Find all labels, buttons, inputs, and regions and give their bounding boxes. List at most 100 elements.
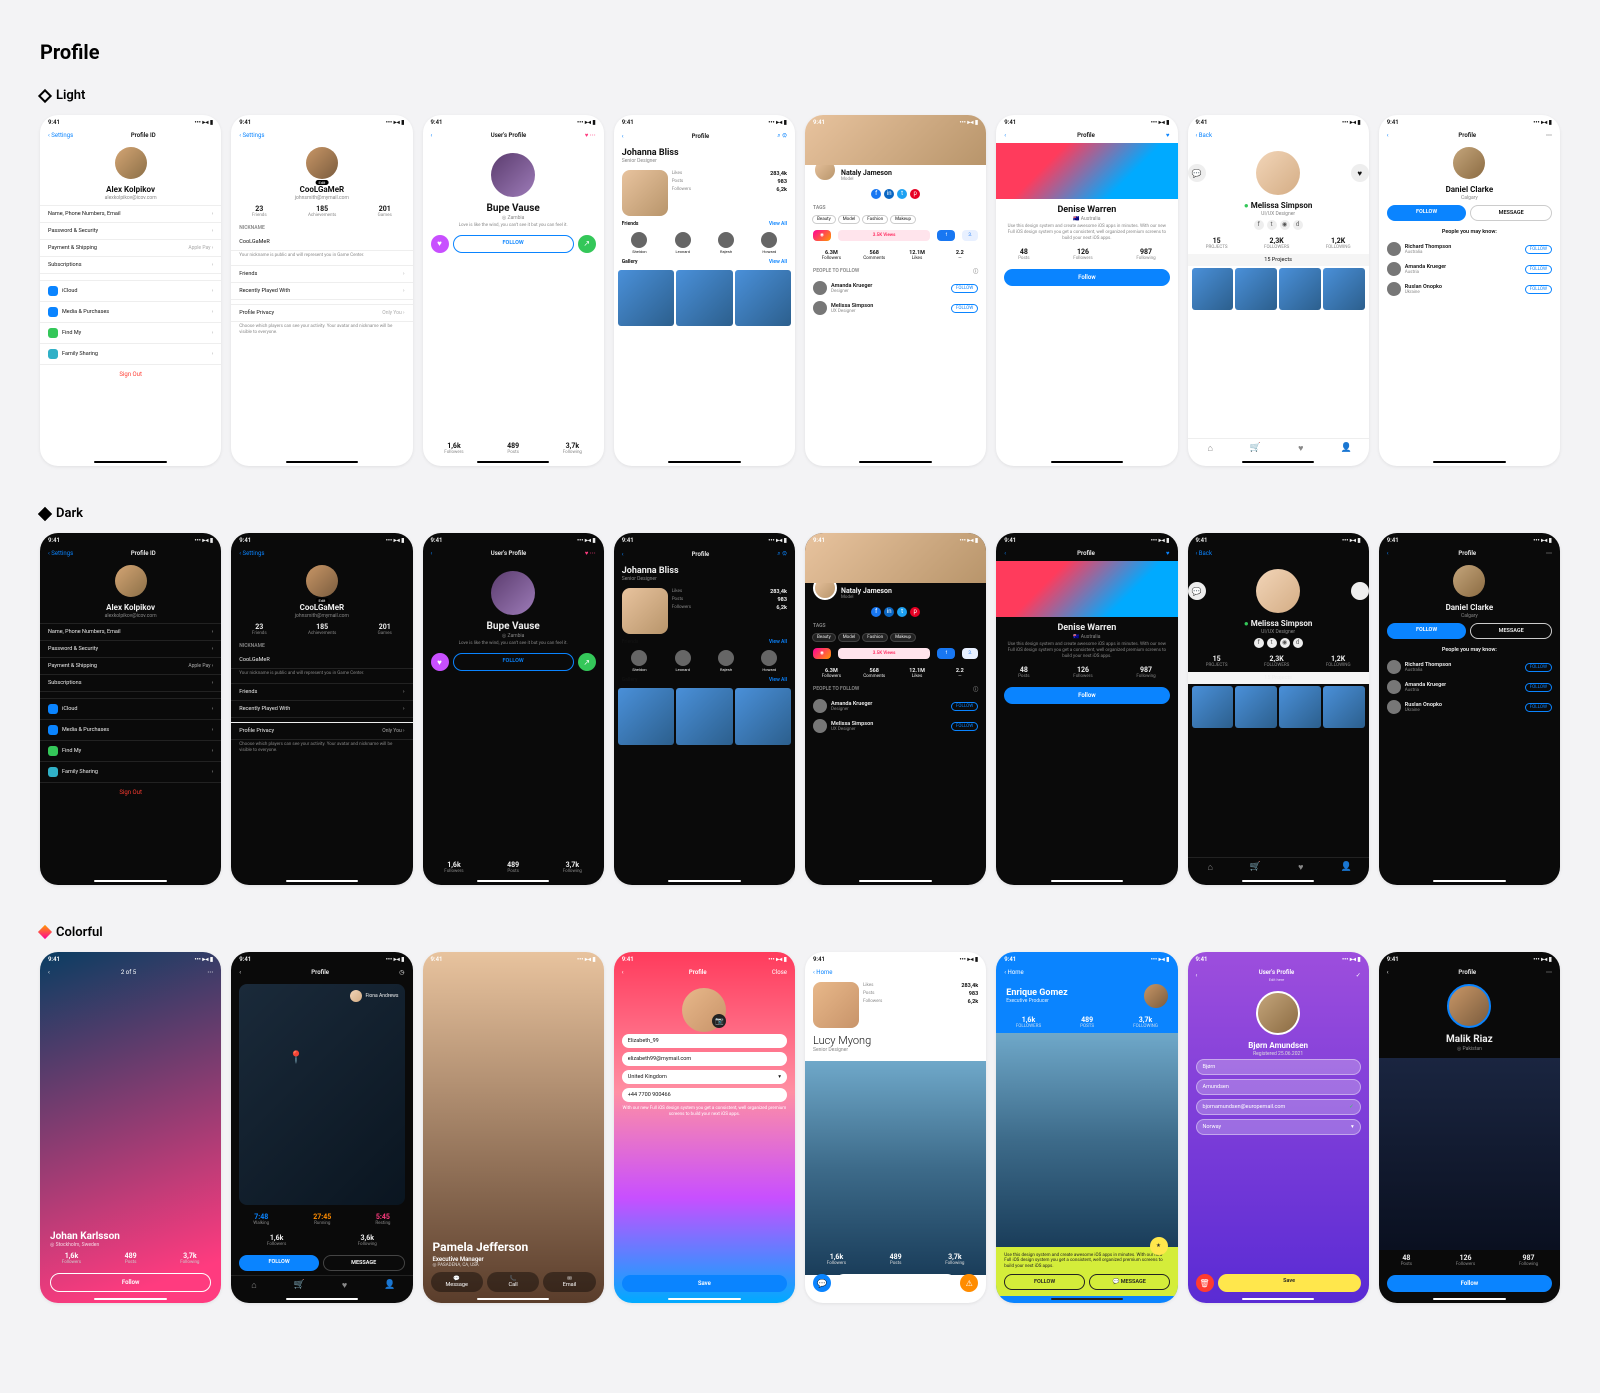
facebook-icon[interactable]: f [871, 607, 881, 617]
close-button[interactable]: Close [772, 969, 787, 976]
gallery-item[interactable] [735, 270, 791, 326]
country-input[interactable]: United Kingdom▾ [622, 1070, 787, 1084]
back-button[interactable]: ‹ [239, 969, 241, 976]
dribbble-icon[interactable]: d [1293, 220, 1303, 230]
more-icon[interactable]: ⋯ [207, 969, 213, 976]
camera-icon[interactable]: 📷 [712, 1014, 726, 1028]
back-button[interactable]: ‹ [622, 133, 624, 140]
edit-badge[interactable]: Edit [315, 598, 328, 603]
tag[interactable]: Model [838, 215, 861, 224]
alert-button[interactable]: ⚠ [960, 1274, 978, 1292]
row-icloud[interactable]: iCloud› [40, 281, 221, 302]
like-button[interactable]: ♥ [1351, 164, 1369, 182]
heart-icon[interactable]: ♥ ⋯ [585, 132, 596, 139]
row-subscriptions[interactable]: Subscriptions› [40, 257, 221, 274]
twitter-icon[interactable]: t [897, 189, 907, 199]
check-icon[interactable]: ✓ [1356, 972, 1361, 979]
row-family[interactable]: Family Sharing› [40, 344, 221, 365]
project-item[interactable] [1279, 268, 1321, 310]
follow-button[interactable]: FOLLOW [1525, 245, 1552, 254]
friend[interactable]: Leonard [675, 650, 691, 672]
back-button[interactable]: ‹ [1387, 969, 1389, 976]
tab-cart[interactable]: 🛒 [293, 1280, 305, 1292]
back-button[interactable]: ‹ [1387, 132, 1389, 139]
username-input[interactable]: Elizabeth_99 [622, 1034, 787, 1048]
row-privacy[interactable]: Profile PrivacyOnly You › [231, 304, 412, 322]
friend[interactable]: Rajesh [718, 650, 734, 672]
row-subscriptions[interactable]: Subscriptions› [40, 675, 221, 692]
project-item[interactable] [1235, 268, 1277, 310]
row-name-phone[interactable]: Name, Phone Numbers, Email› [40, 206, 221, 223]
row-findmy[interactable]: Find My› [40, 741, 221, 762]
avatar[interactable] [622, 588, 668, 634]
follow-button[interactable]: FOLLOW [1525, 683, 1552, 692]
back-button[interactable]: ‹ [1196, 972, 1198, 979]
like-button[interactable]: ♥ [431, 235, 449, 253]
instagram-icon[interactable]: ◉ [1280, 220, 1290, 230]
avatar[interactable] [115, 565, 147, 597]
avatar[interactable] [1144, 984, 1168, 1008]
row-payment[interactable]: Payment & ShippingApple Pay › [40, 658, 221, 675]
instagram-badge[interactable]: ◉ [813, 230, 831, 241]
message-button[interactable]: 💬 MESSAGE [1089, 1274, 1170, 1290]
email-input[interactable]: bjornamundsen@europemail.com✓ [1196, 1099, 1361, 1115]
tag[interactable]: Beauty [812, 215, 836, 224]
follow-button[interactable]: FOLLOW [951, 304, 978, 313]
avatar[interactable] [115, 147, 147, 179]
back-button[interactable]: ‹ [431, 550, 433, 557]
avatar[interactable] [491, 571, 535, 615]
follow-button[interactable]: FOLLOW [1525, 265, 1552, 274]
tab-home[interactable]: ⌂ [1204, 862, 1216, 874]
chat-button[interactable]: 💬 [1188, 164, 1206, 182]
friend[interactable]: Sheldon [631, 650, 647, 672]
row-icloud[interactable]: iCloud› [40, 699, 221, 720]
row-family[interactable]: Family Sharing› [40, 762, 221, 783]
back-button[interactable]: ‹ Home [813, 969, 832, 976]
view-all-link[interactable]: View All [769, 221, 787, 227]
back-button[interactable]: ‹ Back [1196, 550, 1212, 557]
tag[interactable]: Fashion [862, 215, 888, 224]
nickname-row[interactable]: CooLGaMeR [231, 234, 412, 251]
message-button[interactable]: MESSAGE [1470, 205, 1552, 221]
delete-button[interactable]: 🗑 [1196, 1274, 1214, 1292]
follow-button[interactable]: FOLLOW [1525, 663, 1552, 672]
save-button[interactable]: Save [1218, 1274, 1361, 1292]
gallery-item[interactable] [618, 270, 674, 326]
tag[interactable]: Makeup [890, 215, 916, 224]
tab-home[interactable]: ⌂ [248, 1280, 260, 1292]
friend[interactable]: Howard [761, 232, 777, 254]
tag[interactable]: Fashion [862, 633, 888, 642]
back-button[interactable]: ‹ [431, 132, 433, 139]
row-friends[interactable]: Friends› [231, 266, 412, 283]
back-button[interactable]: ‹ [1004, 550, 1006, 557]
friend[interactable]: Sheldon [631, 232, 647, 254]
avatar[interactable] [1447, 984, 1491, 1028]
search-icon[interactable]: ⌕ ⚙ [777, 132, 787, 140]
follow-button[interactable]: Follow [1004, 269, 1169, 286]
dribbble-icon[interactable]: d [1293, 638, 1303, 648]
follow-button[interactable]: FOLLOW [1525, 703, 1552, 712]
linkedin-icon[interactable]: in [884, 607, 894, 617]
share-button[interactable]: ↗ [578, 653, 596, 671]
tab-fav[interactable]: ♥ [1295, 862, 1307, 874]
avatar[interactable] [306, 147, 338, 179]
follow-button[interactable]: FOLLOW [951, 284, 978, 293]
follow-button[interactable]: FOLLOW [1387, 205, 1467, 221]
tab-fav[interactable]: ♥ [339, 1280, 351, 1292]
gallery-item[interactable] [618, 688, 674, 744]
follow-button[interactable]: FOLLOW [951, 702, 978, 711]
info-icon[interactable]: ⓘ [973, 686, 978, 693]
like-button[interactable]: ♥ [1351, 582, 1369, 600]
gallery-item[interactable] [676, 688, 732, 744]
follow-button[interactable]: FOLLOW [239, 1255, 319, 1271]
email-button[interactable]: ✉Email [543, 1272, 595, 1292]
email-input[interactable]: elizabeth99@mymail.com [622, 1052, 787, 1066]
pinterest-icon[interactable]: p [910, 607, 920, 617]
project-item[interactable] [1323, 268, 1365, 310]
info-icon[interactable]: ⓘ [973, 268, 978, 275]
follow-button[interactable]: FOLLOW [1387, 623, 1467, 639]
gallery-item[interactable] [735, 688, 791, 744]
back-button[interactable]: ‹ Settings [239, 132, 264, 139]
friend[interactable]: Rajesh [718, 232, 734, 254]
lastname-input[interactable]: Amundsen [1196, 1079, 1361, 1095]
